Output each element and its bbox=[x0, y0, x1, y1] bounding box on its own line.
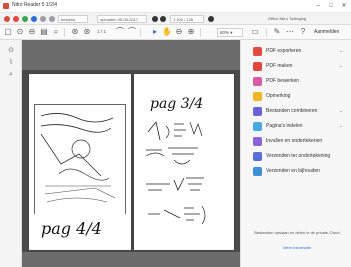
quickbar-right-text: Office Nitro Toeleging bbox=[268, 16, 307, 21]
window-title: Nitro Reader 5 1/2/4 bbox=[12, 2, 58, 8]
tool-label: Invullen en ondertekenen bbox=[266, 138, 323, 144]
forward-icon[interactable]: ⌒ bbox=[127, 27, 137, 37]
tool-icon bbox=[253, 92, 262, 101]
next-page-gutter bbox=[22, 252, 240, 267]
tool-label: Bestanden combineren bbox=[266, 108, 318, 114]
settings-icon[interactable] bbox=[49, 16, 55, 22]
menu-icon[interactable] bbox=[208, 16, 214, 22]
tool-label: PDF maken bbox=[266, 63, 293, 69]
tool-icon bbox=[253, 122, 262, 131]
tool-label: PDF exporteren bbox=[266, 48, 302, 54]
record-icon[interactable] bbox=[4, 16, 10, 22]
more-info-link[interactable]: Meer informatie bbox=[249, 245, 345, 250]
upload-field-text: uploaden 05-08-2017 bbox=[100, 17, 139, 22]
tool-item[interactable]: Bestanden combineren ⌄ bbox=[253, 106, 349, 118]
email-icon[interactable]: ▤ bbox=[39, 27, 49, 37]
page-field-text: 1 100 / 128 bbox=[173, 17, 194, 22]
tool-label: Verzenden en bijhouden bbox=[266, 168, 320, 174]
toolbar-separator bbox=[140, 28, 141, 37]
close-button[interactable]: ✕ bbox=[338, 1, 350, 11]
page-field[interactable]: 1 100 / 128 bbox=[170, 15, 204, 23]
hand-icon[interactable]: ✋ bbox=[162, 27, 172, 37]
cloud-promo-text: Bestanden opslaan en delen in de private… bbox=[254, 230, 340, 235]
next-page-icon[interactable]: ⊛ bbox=[82, 27, 92, 37]
signin-link[interactable]: Aanmelden bbox=[314, 29, 339, 35]
upload-field[interactable]: uploaden 05-08-2017 bbox=[97, 15, 147, 23]
bestand-field-text: bestand bbox=[61, 17, 76, 22]
tool-label: PDF bewerken bbox=[266, 78, 300, 84]
print-icon[interactable]: ⊖ bbox=[27, 27, 37, 37]
tool-label: Pagina's indelen bbox=[266, 123, 303, 129]
zoom-out-icon[interactable]: ⊖ bbox=[174, 27, 184, 37]
title-bar: Nitro Reader 5 1/2/4 – □ ✕ bbox=[0, 0, 351, 13]
page-right-label: pag 3/4 bbox=[150, 96, 204, 112]
maximize-button[interactable]: □ bbox=[325, 1, 337, 11]
toolbar-separator bbox=[64, 28, 65, 37]
tools-panel: PDF exporteren ⌄ PDF maken ⌄ PDF bewerken Opm… bbox=[240, 40, 351, 267]
pen-icon[interactable] bbox=[40, 16, 46, 22]
tool-item[interactable]: PDF bewerken bbox=[253, 76, 349, 88]
tool-icon bbox=[253, 77, 262, 86]
toolbar-separator bbox=[266, 28, 267, 37]
quick-access-bar: bestand uploaden 05-08-2017 1 100 / 128 … bbox=[0, 13, 351, 25]
tool-icon bbox=[253, 167, 262, 176]
tool-item[interactable]: Invullen en ondertekenen bbox=[253, 136, 349, 148]
tool-item[interactable]: PDF maken ⌄ bbox=[253, 61, 349, 73]
prev-icon[interactable] bbox=[152, 16, 158, 22]
share-icon[interactable] bbox=[31, 16, 37, 22]
tool-item[interactable]: Pagina's indelen ⌄ bbox=[253, 121, 349, 133]
minimize-button[interactable]: – bbox=[312, 1, 324, 11]
tool-label: Verzenden ter ondertekening bbox=[266, 153, 331, 159]
attachment-icon[interactable]: ⌇ bbox=[6, 58, 16, 68]
tool-item[interactable]: Opmerking bbox=[253, 91, 349, 103]
open-icon[interactable]: ▢ bbox=[3, 27, 13, 37]
prev-page-icon[interactable]: ⊛ bbox=[70, 27, 80, 37]
bestand-field[interactable]: bestand bbox=[58, 15, 88, 23]
previous-page-gutter bbox=[22, 40, 240, 70]
tool-icon bbox=[253, 47, 262, 56]
page-left-label: pag 4/4 bbox=[41, 219, 102, 238]
pdf-page-right[interactable]: pag 3/4 bbox=[134, 74, 234, 250]
tool-icon bbox=[253, 152, 262, 161]
chevron-down-icon[interactable]: ⌄ bbox=[339, 63, 343, 69]
app-window: Nitro Reader 5 1/2/4 – □ ✕ bestand uploa… bbox=[0, 0, 351, 267]
tool-item[interactable]: Verzenden ter ondertekening bbox=[253, 151, 349, 163]
tool-icon bbox=[253, 137, 262, 146]
pdf-page-left[interactable]: pag 4/4 bbox=[29, 74, 131, 250]
left-navigation-rail: ⊙ ⌇ ⌕ bbox=[0, 40, 22, 267]
fit-icon[interactable]: ▭ bbox=[250, 27, 260, 37]
play-icon[interactable] bbox=[22, 16, 28, 22]
comment-icon[interactable]: ✎ bbox=[272, 27, 282, 37]
help-icon[interactable]: ? bbox=[298, 27, 308, 37]
chevron-down-icon[interactable]: ⌄ bbox=[339, 123, 343, 129]
more-icon[interactable]: ⋯ bbox=[285, 27, 295, 37]
tool-item[interactable]: Verzenden en bijhouden bbox=[253, 166, 349, 178]
next-icon[interactable] bbox=[160, 16, 166, 22]
select-icon[interactable]: ▸ bbox=[150, 27, 160, 37]
tool-label: Opmerking bbox=[266, 93, 291, 99]
stop-icon[interactable] bbox=[13, 16, 19, 22]
save-icon[interactable]: ⊙ bbox=[15, 27, 25, 37]
tool-icon bbox=[253, 62, 262, 71]
toolbar-separator bbox=[200, 28, 201, 37]
chevron-down-icon[interactable]: ⌄ bbox=[339, 48, 343, 54]
document-viewer[interactable]: pag 4/4 pag 3/4 bbox=[22, 40, 240, 267]
search-icon[interactable]: ⌕ bbox=[51, 27, 61, 37]
zoom-select[interactable]: 60% ▾ bbox=[217, 28, 243, 37]
page-counter: 1 / 1 bbox=[97, 29, 106, 34]
back-icon[interactable]: ⌒ bbox=[115, 27, 125, 37]
app-logo-icon bbox=[3, 3, 9, 9]
zoom-in-icon[interactable]: ⊕ bbox=[186, 27, 196, 37]
main-toolbar: ▢ ⊙ ⊖ ▤ ⌕ ⊛ ⊛ 1 / 1 ⌒ ⌒ ▸ ✋ ⊖ ⊕ 60% ▾ ▭ … bbox=[0, 25, 351, 40]
chevron-down-icon[interactable]: ⌄ bbox=[339, 108, 343, 114]
search-panel-icon[interactable]: ⌕ bbox=[6, 70, 16, 80]
tool-icon bbox=[253, 107, 262, 116]
thumbnails-icon[interactable]: ⊙ bbox=[6, 46, 16, 56]
tool-item[interactable]: PDF exporteren ⌄ bbox=[253, 46, 349, 58]
